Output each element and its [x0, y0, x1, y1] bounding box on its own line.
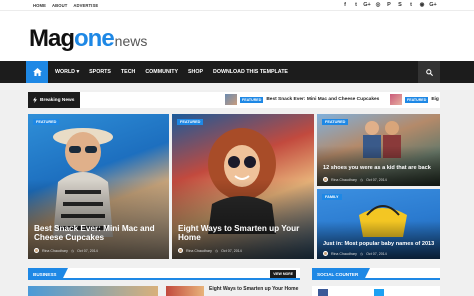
avatar	[34, 248, 39, 253]
business-item-title[interactable]: Eight Ways to Smarten up Your Home	[209, 286, 298, 292]
top-links: HOME ABOUT ADVERTISE	[33, 3, 98, 8]
breaking-thumbnail	[390, 94, 402, 105]
feature-author: Rina Chaudhary	[331, 251, 357, 256]
main-nav: WORLD ▾ SPORTS TECH COMMUNITY SHOP DOWNL…	[26, 61, 440, 83]
feature-date: Oct 07, 2014	[366, 177, 387, 182]
business-tab[interactable]: BUSINESS	[28, 268, 68, 280]
view-more-button[interactable]: VIEW MORE	[270, 270, 296, 278]
breaking-title: Best Snack Ever: Mini Mac and Cheese Cup…	[266, 97, 380, 102]
breaking-item[interactable]: FEATURED Eig	[390, 94, 439, 105]
feature-meta: Rina Chaudhary ◷ Oct 07, 2014	[34, 248, 98, 253]
breaking-tag: FEATURED	[240, 96, 264, 103]
feature-tag: FEATURED	[33, 119, 60, 125]
feature-date: Oct 07, 2014	[221, 248, 242, 253]
search-icon	[425, 68, 433, 76]
nav-item-world[interactable]: WORLD ▾	[55, 69, 79, 75]
business-thumbnail[interactable]	[28, 286, 158, 296]
breaking-news-text: Breaking News	[40, 97, 75, 103]
clock-icon: ◷	[359, 177, 364, 182]
feature-card[interactable]: FEATURED 12 shoes you were as a kid that…	[317, 114, 440, 186]
feature-card[interactable]: FAMILY Just in: Most popular baby names …	[317, 189, 440, 259]
instagram-icon[interactable]: ◎	[375, 2, 381, 8]
breaking-item[interactable]: FEATURED Best Snack Ever: Mini Mac and C…	[225, 94, 379, 105]
nav-items: WORLD ▾ SPORTS TECH COMMUNITY SHOP DOWNL…	[55, 69, 288, 75]
social-counter-panel	[312, 286, 440, 296]
social-icons: f t G+ ◎ P S t ◉ G+	[342, 2, 437, 8]
nav-item-shop[interactable]: SHOP	[188, 69, 203, 75]
feature-author: Rina Chaudhary	[331, 177, 357, 182]
facebook-icon[interactable]	[318, 289, 328, 296]
tumblr-icon[interactable]: t	[408, 2, 414, 8]
twitter-icon[interactable]	[374, 289, 384, 296]
page: HOME ABOUT ADVERTISE f t G+ ◎ P S t ◉ G+…	[0, 0, 474, 296]
home-button[interactable]	[26, 61, 48, 83]
skype-icon[interactable]: S	[397, 2, 403, 8]
feature-tag: FEATURED	[177, 119, 204, 125]
feature-title: Just in: Most popular baby names of 2013	[323, 241, 435, 247]
feature-tag: FEATURED	[322, 119, 349, 125]
feature-meta: Rina Chaudhary ◷ Oct 07, 2014	[323, 177, 387, 182]
site-logo[interactable]: Mag one news	[29, 25, 147, 53]
home-icon	[32, 68, 42, 76]
feature-date: Oct 07, 2014	[77, 248, 98, 253]
nav-item-sports[interactable]: SPORTS	[89, 69, 111, 75]
breaking-tag: FEATURED	[405, 96, 429, 103]
twitter-icon[interactable]: t	[353, 2, 359, 8]
facebook-icon[interactable]: f	[342, 2, 348, 8]
header: Mag one news	[0, 11, 474, 61]
flash-icon	[33, 97, 37, 103]
avatar	[178, 248, 183, 253]
top-link-home[interactable]: HOME	[33, 3, 46, 8]
clock-icon: ◷	[214, 248, 219, 253]
social-counter-header: SOCIAL COUNTER	[312, 268, 440, 280]
feature-title: Eight Ways to Smarten up Your Home	[178, 224, 300, 243]
breaking-title: Eig	[431, 97, 439, 102]
feature-meta: Rina Chaudhary ◷ Oct 07, 2014	[178, 248, 242, 253]
nav-item-download[interactable]: DOWNLOAD THIS TEMPLATE	[213, 69, 288, 75]
breaking-news-label: Breaking News	[28, 92, 80, 108]
dribbble-icon[interactable]: ◉	[419, 2, 425, 8]
top-link-advertise[interactable]: ADVERTISE	[73, 3, 98, 8]
nav-item-tech[interactable]: TECH	[121, 69, 135, 75]
feature-card[interactable]: FEATURED Best Snack Ever: Mini Mac and C…	[28, 114, 169, 259]
business-section-header: BUSINESS VIEW MORE	[28, 268, 300, 280]
logo-mag: Mag	[29, 25, 75, 52]
google-plus-icon[interactable]: G+	[363, 2, 371, 8]
google-plus-alt-icon[interactable]: G+	[429, 2, 437, 8]
clock-icon: ◷	[359, 251, 364, 256]
top-link-about[interactable]: ABOUT	[52, 3, 67, 8]
feature-title: Best Snack Ever: Mini Mac and Cheese Cup…	[34, 224, 155, 243]
logo-one: one	[74, 25, 115, 52]
clock-icon: ◷	[70, 248, 75, 253]
breaking-news-bar: Breaking News FEATURED Best Snack Ever: …	[28, 92, 440, 108]
feature-date: Oct 07, 2014	[366, 251, 387, 256]
feature-author: Rina Chaudhary	[42, 248, 68, 253]
avatar	[323, 177, 328, 182]
top-bar: HOME ABOUT ADVERTISE f t G+ ◎ P S t ◉ G+	[0, 0, 474, 11]
feature-card[interactable]: FEATURED Eight Ways to Smarten up Your H…	[172, 114, 314, 259]
feature-tag: FAMILY	[322, 194, 342, 200]
business-thumbnail-small[interactable]	[166, 286, 204, 296]
feature-meta: Rina Chaudhary ◷ Oct 07, 2014	[323, 251, 387, 256]
avatar	[323, 251, 328, 256]
search-button[interactable]	[418, 61, 440, 83]
feature-author: Rina Chaudhary	[186, 248, 212, 253]
pinterest-icon[interactable]: P	[386, 2, 392, 8]
nav-item-community[interactable]: COMMUNITY	[145, 69, 178, 75]
logo-news: news	[114, 33, 148, 49]
feature-title: 12 shoes you were as a kid that are back	[323, 165, 431, 171]
breaking-thumbnail	[225, 94, 237, 105]
social-counter-tab: SOCIAL COUNTER	[312, 268, 370, 280]
